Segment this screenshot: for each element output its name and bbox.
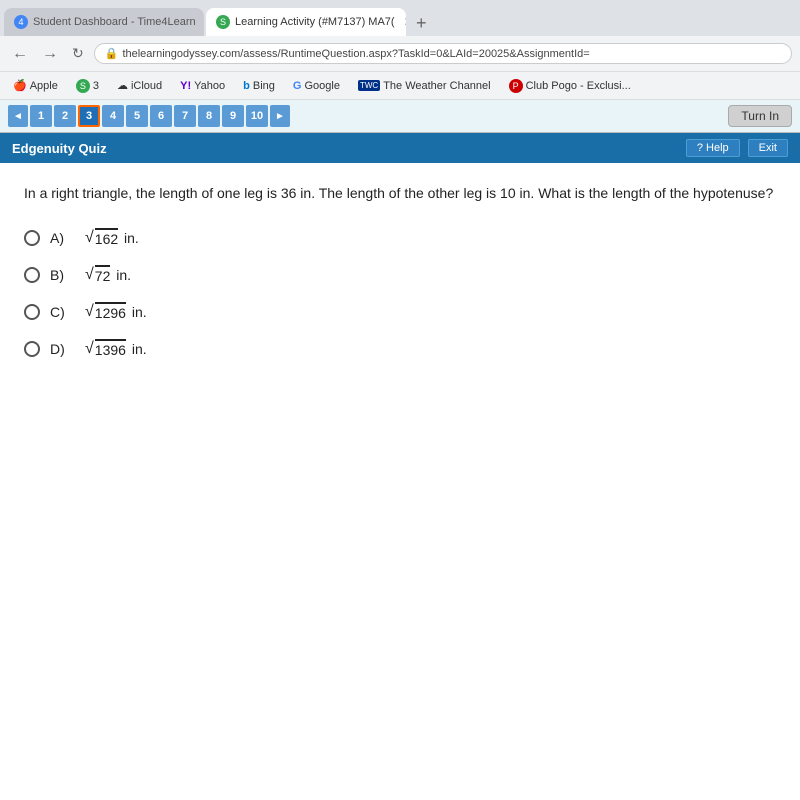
tab-icon-2: S: [216, 15, 230, 29]
option-a-label: A): [50, 230, 75, 246]
turn-in-button[interactable]: Turn In: [728, 105, 792, 127]
tab-bar: 4 Student Dashboard - Time4Learn ✕ S Lea…: [0, 0, 800, 36]
address-bar: ← → ↻ 🔒 thelearningodyssey.com/assess/Ru…: [0, 36, 800, 72]
radio-c[interactable]: [24, 304, 40, 320]
option-b: B) √72 in.: [24, 265, 776, 284]
quiz-title: Edgenuity Quiz: [12, 141, 107, 156]
google-icon: G: [293, 80, 302, 92]
bookmark-bing-label: Bing: [253, 80, 275, 92]
tab-label-2: Learning Activity (#M7137) MA7(: [235, 16, 395, 28]
option-d: D) √1396 in.: [24, 339, 776, 358]
question-num-9[interactable]: 9: [222, 105, 244, 127]
bookmark-google-label: Google: [304, 80, 339, 92]
weather-icon: TWC: [358, 80, 380, 91]
bookmark-yahoo-label: Yahoo: [194, 80, 225, 92]
sqrt-symbol-b: √72: [85, 265, 110, 284]
option-a: A) √162 in.: [24, 228, 776, 247]
tab-learning-activity[interactable]: S Learning Activity (#M7137) MA7( ✕: [206, 8, 406, 36]
bookmark-3-label: 3: [93, 80, 99, 92]
tab-label-1: Student Dashboard - Time4Learn: [33, 16, 196, 28]
quiz-header-buttons: ? Help Exit: [686, 139, 788, 157]
lock-icon: 🔒: [105, 47, 119, 60]
option-c-math: √1296 in.: [85, 302, 147, 321]
bookmark-icloud[interactable]: ☁ iCloud: [112, 77, 167, 94]
back-button[interactable]: ←: [8, 43, 32, 65]
question-num-10[interactable]: 10: [246, 105, 268, 127]
bookmark-3-icon: S: [76, 79, 90, 93]
tab-close-2[interactable]: ✕: [404, 15, 406, 29]
quiz-header: Edgenuity Quiz ? Help Exit: [0, 133, 800, 163]
content-area: ◄ 1 2 3 4 5 6 7 8 9 10 ► Turn In Edgenui…: [0, 100, 800, 800]
sqrt-symbol-c: √1296: [85, 302, 126, 321]
next-question-button[interactable]: ►: [270, 105, 290, 127]
bookmark-google[interactable]: G Google: [288, 78, 345, 94]
option-c-label: C): [50, 304, 75, 320]
question-num-7[interactable]: 7: [174, 105, 196, 127]
sqrt-symbol-d: √1396: [85, 339, 126, 358]
question-num-8[interactable]: 8: [198, 105, 220, 127]
help-button[interactable]: ? Help: [686, 139, 740, 157]
bookmark-icloud-label: iCloud: [131, 80, 162, 92]
apple-icon: 🍎: [13, 79, 27, 92]
url-bar[interactable]: 🔒 thelearningodyssey.com/assess/RuntimeQ…: [94, 43, 792, 64]
question-num-4[interactable]: 4: [102, 105, 124, 127]
bookmark-pogo[interactable]: P Club Pogo - Exclusi...: [504, 77, 636, 95]
bookmark-weather[interactable]: TWC The Weather Channel: [353, 78, 496, 94]
new-tab-button[interactable]: +: [408, 13, 435, 34]
question-num-6[interactable]: 6: [150, 105, 172, 127]
option-d-label: D): [50, 341, 75, 357]
question-num-5[interactable]: 5: [126, 105, 148, 127]
bookmark-pogo-label: Club Pogo - Exclusi...: [526, 80, 631, 92]
reload-button[interactable]: ↻: [68, 43, 88, 64]
question-num-3[interactable]: 3: [78, 105, 100, 127]
bookmark-apple[interactable]: 🍎 Apple: [8, 77, 63, 94]
icloud-icon: ☁: [117, 79, 128, 92]
question-num-1[interactable]: 1: [30, 105, 52, 127]
forward-button[interactable]: →: [38, 43, 62, 65]
bookmark-yahoo[interactable]: Y! Yahoo: [175, 78, 230, 94]
browser-window: 4 Student Dashboard - Time4Learn ✕ S Lea…: [0, 0, 800, 800]
bing-icon: b: [243, 80, 250, 92]
sqrt-symbol-a: √162: [85, 228, 118, 247]
pogo-icon: P: [509, 79, 523, 93]
bookmarks-bar: 🍎 Apple S 3 ☁ iCloud Y! Yahoo b Bing G G…: [0, 72, 800, 100]
question-navigation: ◄ 1 2 3 4 5 6 7 8 9 10 ► Turn In: [0, 100, 800, 133]
radio-b[interactable]: [24, 267, 40, 283]
option-c: C) √1296 in.: [24, 302, 776, 321]
prev-question-button[interactable]: ◄: [8, 105, 28, 127]
question-text: In a right triangle, the length of one l…: [24, 183, 776, 204]
tab-student-dashboard[interactable]: 4 Student Dashboard - Time4Learn ✕: [4, 8, 204, 36]
url-text: thelearningodyssey.com/assess/RuntimeQue…: [122, 48, 589, 60]
option-d-math: √1396 in.: [85, 339, 147, 358]
bookmark-bing[interactable]: b Bing: [238, 78, 280, 94]
tab-icon-1: 4: [14, 15, 28, 29]
option-b-label: B): [50, 267, 75, 283]
bookmark-3[interactable]: S 3: [71, 77, 104, 95]
option-b-math: √72 in.: [85, 265, 131, 284]
option-a-math: √162 in.: [85, 228, 139, 247]
radio-d[interactable]: [24, 341, 40, 357]
bookmark-apple-label: Apple: [30, 80, 58, 92]
radio-a[interactable]: [24, 230, 40, 246]
question-num-2[interactable]: 2: [54, 105, 76, 127]
exit-button[interactable]: Exit: [748, 139, 788, 157]
bookmark-weather-label: The Weather Channel: [383, 80, 490, 92]
yahoo-icon: Y!: [180, 80, 191, 92]
question-area: In a right triangle, the length of one l…: [0, 163, 800, 396]
